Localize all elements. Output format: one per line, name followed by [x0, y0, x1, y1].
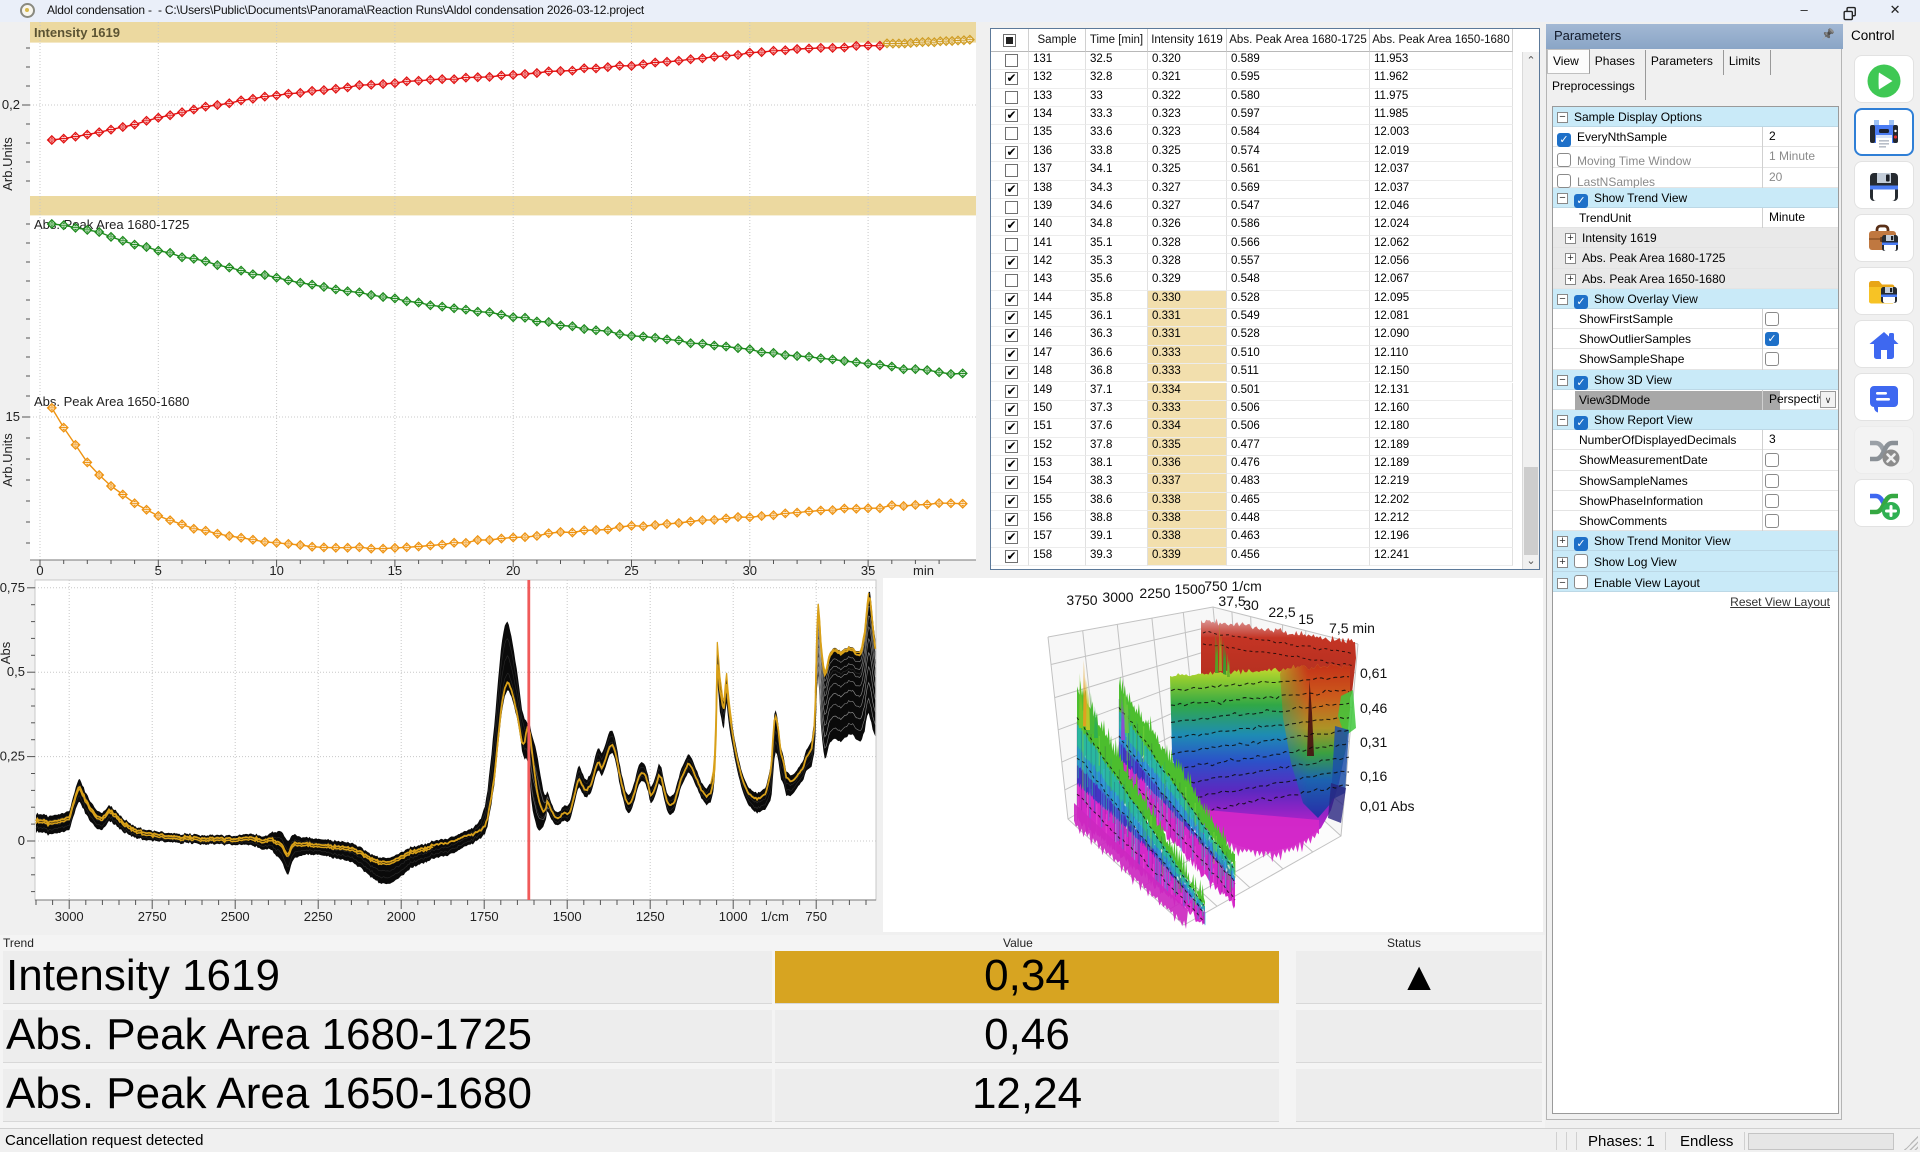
svg-text:5: 5	[155, 563, 162, 578]
svg-text:1000: 1000	[719, 909, 748, 924]
svg-text:1/cm: 1/cm	[761, 909, 789, 924]
svg-text:0,75: 0,75	[0, 580, 25, 595]
svg-text:2250: 2250	[304, 909, 333, 924]
svg-text:0: 0	[18, 833, 25, 848]
svg-text:1250: 1250	[636, 909, 665, 924]
svg-text:2750: 2750	[138, 909, 167, 924]
svg-text:1500: 1500	[553, 909, 582, 924]
svg-text:min: min	[913, 563, 934, 578]
svg-text:3000: 3000	[55, 909, 84, 924]
svg-text:0,01 Abs: 0,01 Abs	[1360, 798, 1415, 814]
svg-text:0,31: 0,31	[1360, 734, 1387, 750]
svg-text:37,5: 37,5	[1218, 593, 1245, 609]
svg-text:1750: 1750	[470, 909, 499, 924]
svg-text:7,5 min: 7,5 min	[1329, 620, 1375, 636]
svg-text:2250: 2250	[1139, 585, 1170, 601]
svg-text:15: 15	[6, 409, 20, 424]
svg-text:3750: 3750	[1066, 592, 1097, 608]
svg-text:0,46: 0,46	[1360, 700, 1387, 716]
svg-text:15: 15	[388, 563, 402, 578]
svg-text:0,2: 0,2	[2, 97, 20, 112]
svg-text:2500: 2500	[221, 909, 250, 924]
svg-text:1500: 1500	[1174, 581, 1205, 597]
svg-text:2000: 2000	[387, 909, 416, 924]
svg-text:0: 0	[36, 563, 43, 578]
svg-text:10: 10	[269, 563, 283, 578]
svg-text:Arb.Units: Arb.Units	[0, 433, 15, 487]
svg-text:Arb.Units: Arb.Units	[0, 137, 15, 191]
svg-text:Abs. Peak Area 1650-1680: Abs. Peak Area 1650-1680	[34, 394, 189, 409]
svg-text:0,16: 0,16	[1360, 768, 1387, 784]
svg-text:750: 750	[805, 909, 827, 924]
svg-text:22,5: 22,5	[1268, 604, 1295, 620]
svg-text:0,61: 0,61	[1360, 665, 1387, 681]
svg-text:750 1/cm: 750 1/cm	[1204, 578, 1262, 594]
svg-text:30: 30	[1243, 597, 1259, 613]
svg-text:Intensity 1619: Intensity 1619	[34, 25, 120, 40]
svg-text:0,5: 0,5	[7, 664, 25, 679]
svg-text:35: 35	[861, 563, 875, 578]
svg-text:0,25: 0,25	[0, 749, 25, 764]
svg-text:30: 30	[743, 563, 757, 578]
svg-text:20: 20	[506, 563, 520, 578]
svg-text:25: 25	[624, 563, 638, 578]
svg-text:Abs: Abs	[0, 641, 13, 664]
svg-text:15: 15	[1298, 611, 1314, 627]
svg-text:3000: 3000	[1102, 589, 1133, 605]
